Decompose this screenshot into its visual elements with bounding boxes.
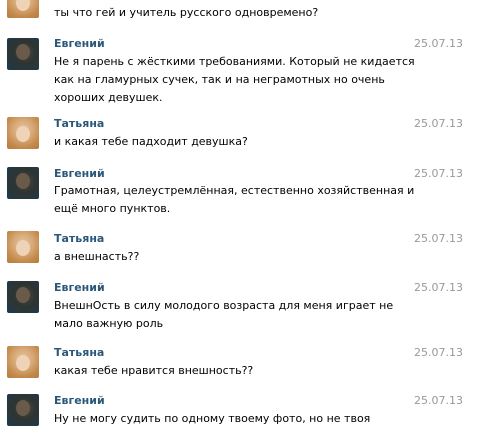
message-date: 25.07.13 — [414, 281, 463, 294]
author-name[interactable]: Евгений — [54, 394, 105, 407]
author-name[interactable]: Татьяна — [54, 232, 104, 245]
message-text: Грамотная, целеустремлённая, естественно… — [54, 184, 415, 215]
message-text: Не я парень с жёсткими требованиями. Кот… — [54, 55, 415, 104]
avatar[interactable] — [7, 231, 39, 263]
author-name[interactable]: Евгений — [54, 167, 105, 180]
avatar[interactable] — [7, 394, 39, 426]
message-text: а внешнасть?? — [54, 250, 140, 263]
message-text: какая тебе нравится внешность?? — [54, 364, 254, 377]
author-name[interactable]: Татьяна — [54, 117, 104, 130]
avatar[interactable] — [7, 0, 39, 18]
avatar[interactable] — [7, 167, 39, 199]
author-name[interactable]: Евгений — [54, 37, 105, 50]
avatar[interactable] — [7, 346, 39, 378]
message-text: Ну не могу судить по одному твоему фото,… — [54, 412, 371, 425]
author-name[interactable]: Татьяна — [54, 346, 104, 359]
message-date: 25.07.13 — [414, 167, 463, 180]
avatar[interactable] — [7, 117, 39, 149]
message-date: 25.07.13 — [414, 37, 463, 50]
message-date: 25.07.13 — [414, 394, 463, 407]
message-date: 25.07.13 — [414, 117, 463, 130]
avatar[interactable] — [7, 281, 39, 313]
message-text: и какая тебе падходит девушка? — [54, 135, 248, 148]
avatar[interactable] — [7, 38, 39, 70]
message-text: ВнешнОсть в силу молодого возраста для м… — [54, 299, 394, 330]
message-text: ты что гей и учитель русского одновремен… — [54, 6, 319, 19]
message-date: 25.07.13 — [414, 232, 463, 245]
author-name[interactable]: Евгений — [54, 281, 105, 294]
message-date: 25.07.13 — [414, 346, 463, 359]
